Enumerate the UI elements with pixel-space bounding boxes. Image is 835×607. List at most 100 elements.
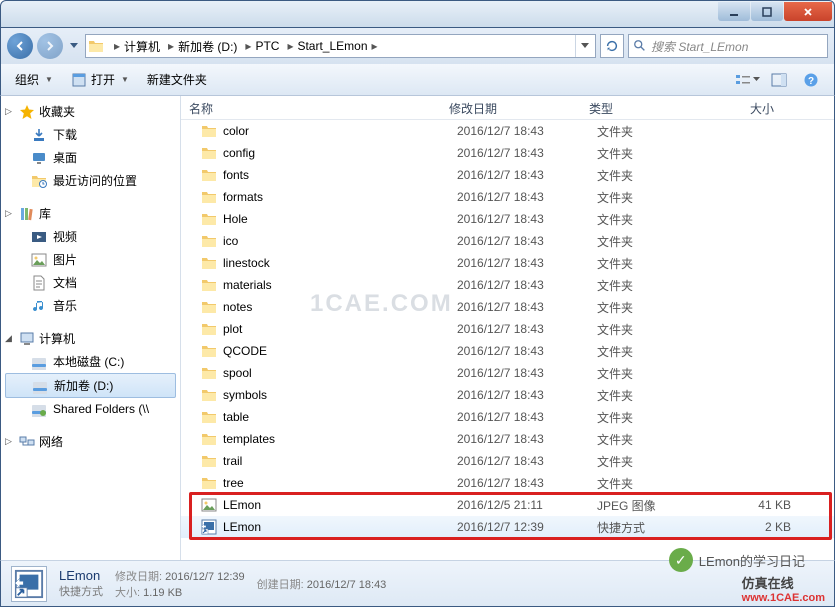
sidebar-item-drive-c[interactable]: 本地磁盘 (C:) bbox=[1, 350, 180, 373]
file-row[interactable]: plot2016/12/7 18:43文件夹 bbox=[181, 318, 834, 340]
column-headers[interactable]: 名称 修改日期 类型 大小 bbox=[181, 96, 834, 120]
forward-button[interactable] bbox=[37, 33, 63, 59]
file-name: notes bbox=[223, 300, 457, 314]
maximize-button[interactable] bbox=[751, 2, 783, 21]
folder-icon bbox=[201, 123, 217, 139]
organize-menu[interactable]: 组织▼ bbox=[9, 69, 59, 90]
view-options-button[interactable] bbox=[732, 69, 762, 91]
breadcrumb[interactable]: ▸Start_LEmon▸ bbox=[281, 35, 383, 57]
column-date[interactable]: 修改日期 bbox=[441, 96, 581, 119]
file-type: JPEG 图像 bbox=[597, 497, 707, 514]
file-row[interactable]: config2016/12/7 18:43文件夹 bbox=[181, 142, 834, 164]
sidebar-item-drive-d[interactable]: 新加卷 (D:) bbox=[5, 373, 176, 398]
help-button[interactable]: ? bbox=[796, 69, 826, 91]
open-icon bbox=[71, 72, 87, 88]
drive-icon bbox=[32, 378, 48, 394]
details-thumbnail bbox=[11, 566, 47, 602]
file-name: symbols bbox=[223, 388, 457, 402]
new-folder-button[interactable]: 新建文件夹 bbox=[141, 69, 213, 90]
breadcrumb[interactable]: ▸新加卷 (D:) bbox=[162, 35, 239, 57]
file-row[interactable]: materials2016/12/7 18:43文件夹 bbox=[181, 274, 834, 296]
navigation-pane[interactable]: ▷收藏夹 下载 桌面 最近访问的位置 ▷库 视频 图片 文档 音乐 ◢计算机 本… bbox=[1, 96, 181, 560]
file-name: fonts bbox=[223, 168, 457, 182]
file-row[interactable]: symbols2016/12/7 18:43文件夹 bbox=[181, 384, 834, 406]
file-row[interactable]: table2016/12/7 18:43文件夹 bbox=[181, 406, 834, 428]
search-icon bbox=[633, 39, 647, 53]
file-type: 文件夹 bbox=[597, 189, 707, 206]
close-button[interactable] bbox=[784, 2, 832, 21]
network-icon bbox=[19, 434, 35, 450]
libraries-group[interactable]: ▷库 bbox=[1, 202, 180, 225]
file-name: plot bbox=[223, 322, 457, 336]
sidebar-item-recent[interactable]: 最近访问的位置 bbox=[1, 169, 180, 192]
file-row[interactable]: Hole2016/12/7 18:43文件夹 bbox=[181, 208, 834, 230]
file-name: LEmon bbox=[223, 520, 457, 534]
address-dropdown[interactable] bbox=[575, 35, 593, 57]
file-date: 2016/12/7 18:43 bbox=[457, 300, 597, 314]
sidebar-item-shared-folders[interactable]: Shared Folders (\\ bbox=[1, 398, 180, 420]
back-button[interactable] bbox=[7, 33, 33, 59]
column-size[interactable]: 大小 bbox=[691, 96, 791, 119]
folder-icon bbox=[201, 453, 217, 469]
details-name: LEmon bbox=[59, 568, 103, 583]
sidebar-item-music[interactable]: 音乐 bbox=[1, 294, 180, 317]
file-row[interactable]: LEmon2016/12/7 12:39快捷方式2 KB bbox=[181, 516, 834, 538]
file-name: table bbox=[223, 410, 457, 424]
column-name[interactable]: 名称 bbox=[181, 96, 441, 119]
file-date: 2016/12/7 18:43 bbox=[457, 212, 597, 226]
breadcrumb[interactable]: ▸计算机 bbox=[108, 35, 162, 57]
download-icon bbox=[31, 127, 47, 143]
sidebar-item-desktop[interactable]: 桌面 bbox=[1, 146, 180, 169]
column-type[interactable]: 类型 bbox=[581, 96, 691, 119]
history-dropdown[interactable] bbox=[67, 33, 81, 59]
refresh-button[interactable] bbox=[600, 34, 624, 58]
star-icon bbox=[19, 104, 35, 120]
library-icon bbox=[19, 206, 35, 222]
command-bar: 组织▼ 打开▼ 新建文件夹 ? bbox=[0, 64, 835, 96]
file-row[interactable]: spool2016/12/7 18:43文件夹 bbox=[181, 362, 834, 384]
folder-icon bbox=[201, 299, 217, 315]
minimize-button[interactable] bbox=[718, 2, 750, 21]
file-date: 2016/12/7 18:43 bbox=[457, 124, 597, 138]
file-type: 文件夹 bbox=[597, 431, 707, 448]
file-list[interactable]: color2016/12/7 18:43文件夹config2016/12/7 1… bbox=[181, 120, 834, 560]
file-row[interactable]: trail2016/12/7 18:43文件夹 bbox=[181, 450, 834, 472]
file-name: tree bbox=[223, 476, 457, 490]
folder-icon bbox=[201, 387, 217, 403]
file-row[interactable]: templates2016/12/7 18:43文件夹 bbox=[181, 428, 834, 450]
file-row[interactable]: color2016/12/7 18:43文件夹 bbox=[181, 120, 834, 142]
favorites-group[interactable]: ▷收藏夹 bbox=[1, 100, 180, 123]
sidebar-item-documents[interactable]: 文档 bbox=[1, 271, 180, 294]
file-type: 文件夹 bbox=[597, 365, 707, 382]
file-row[interactable]: QCODE2016/12/7 18:43文件夹 bbox=[181, 340, 834, 362]
folder-icon bbox=[201, 277, 217, 293]
watermark-wechat: ✓LEmon的学习日记 bbox=[669, 548, 805, 572]
picture-icon bbox=[31, 252, 47, 268]
file-date: 2016/12/7 18:43 bbox=[457, 322, 597, 336]
search-box[interactable]: 搜索 Start_LEmon bbox=[628, 34, 828, 58]
sidebar-item-downloads[interactable]: 下载 bbox=[1, 123, 180, 146]
file-row[interactable]: LEmon2016/12/5 21:11JPEG 图像41 KB bbox=[181, 494, 834, 516]
document-icon bbox=[31, 275, 47, 291]
breadcrumb[interactable]: ▸PTC bbox=[239, 35, 281, 57]
address-bar[interactable]: ▸计算机 ▸新加卷 (D:) ▸PTC ▸Start_LEmon▸ bbox=[85, 34, 596, 58]
file-date: 2016/12/7 18:43 bbox=[457, 476, 597, 490]
sidebar-item-videos[interactable]: 视频 bbox=[1, 225, 180, 248]
folder-icon bbox=[201, 365, 217, 381]
file-row[interactable]: notes2016/12/7 18:43文件夹 bbox=[181, 296, 834, 318]
details-modified: 修改日期: 2016/12/7 12:39大小: 1.19 KB bbox=[115, 568, 245, 600]
file-row[interactable]: formats2016/12/7 18:43文件夹 bbox=[181, 186, 834, 208]
file-name: config bbox=[223, 146, 457, 160]
file-row[interactable]: fonts2016/12/7 18:43文件夹 bbox=[181, 164, 834, 186]
music-icon bbox=[31, 298, 47, 314]
open-button[interactable]: 打开▼ bbox=[65, 69, 135, 90]
computer-group[interactable]: ◢计算机 bbox=[1, 327, 180, 350]
network-group[interactable]: ▷网络 bbox=[1, 430, 180, 453]
file-name: LEmon bbox=[223, 498, 457, 512]
sidebar-item-pictures[interactable]: 图片 bbox=[1, 248, 180, 271]
file-row[interactable]: tree2016/12/7 18:43文件夹 bbox=[181, 472, 834, 494]
preview-pane-button[interactable] bbox=[764, 69, 794, 91]
file-row[interactable]: ico2016/12/7 18:43文件夹 bbox=[181, 230, 834, 252]
file-date: 2016/12/7 18:43 bbox=[457, 344, 597, 358]
file-row[interactable]: linestock2016/12/7 18:43文件夹 bbox=[181, 252, 834, 274]
